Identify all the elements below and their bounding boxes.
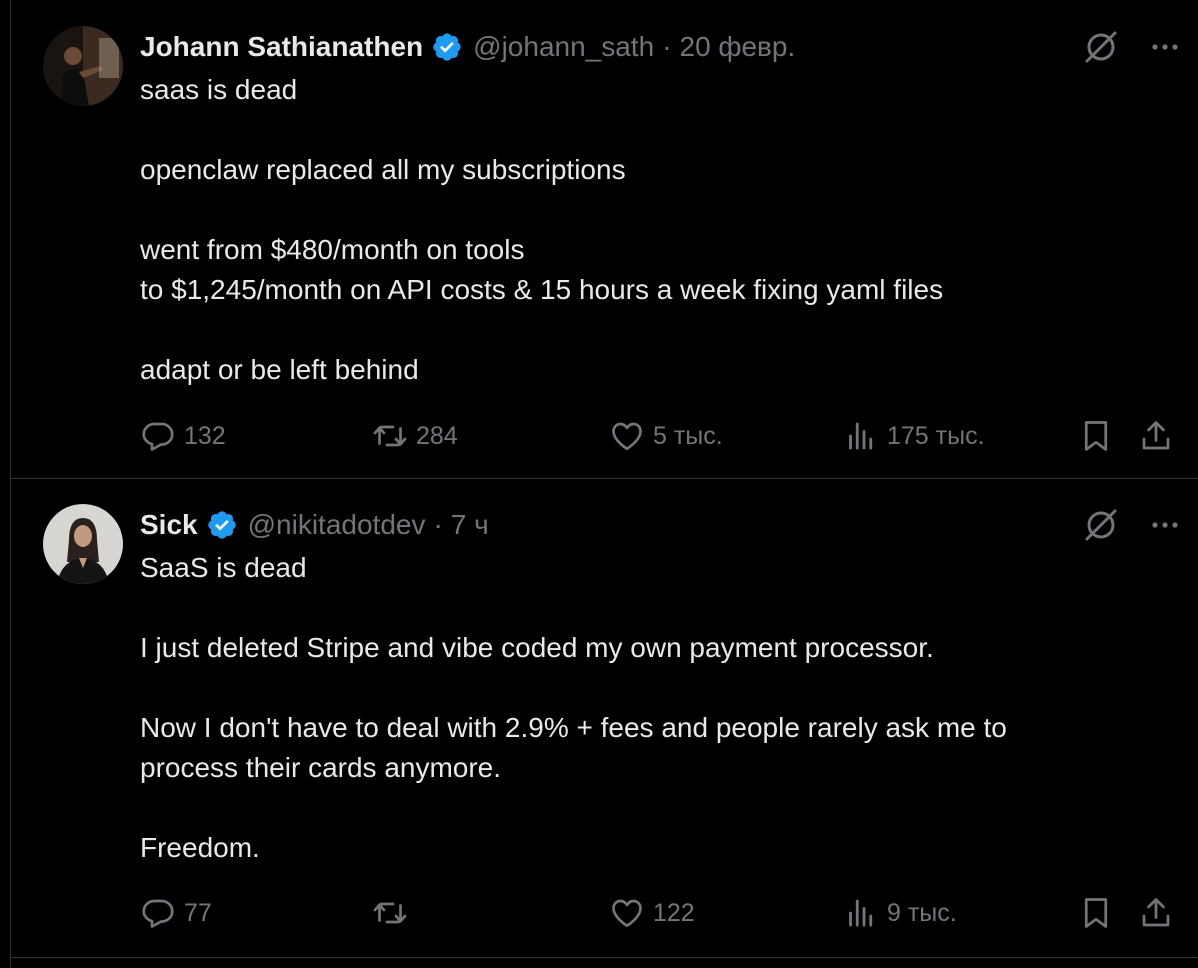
repost-count: 284	[416, 421, 458, 450]
separator-dot: ·	[662, 31, 672, 62]
tweet-paragraph: I just deleted Stripe and vibe coded my …	[140, 632, 934, 663]
grok-icon[interactable]	[1081, 27, 1121, 67]
share-button[interactable]	[1138, 889, 1174, 937]
tweet-paragraph: Now I don't have to deal with 2.9% + fee…	[140, 712, 1007, 783]
avatar[interactable]	[43, 26, 123, 106]
avatar[interactable]	[43, 504, 123, 584]
reply-count: 77	[184, 898, 212, 927]
like-count: 122	[653, 898, 695, 927]
like-icon	[612, 899, 642, 928]
views-count: 9 тыс.	[887, 898, 957, 927]
views-button[interactable]: 175 тыс.	[843, 412, 985, 460]
like-count: 5 тыс.	[653, 421, 723, 450]
author-handle[interactable]: @johann_sath	[473, 31, 654, 63]
timestamp[interactable]: 7 ч	[451, 509, 489, 541]
more-icon[interactable]	[1147, 507, 1183, 543]
timeline: Johann Sathianathen @johann_sath · 20 фе…	[10, 0, 1198, 968]
tweet-header: Sick @nikitadotdev · 7 ч	[140, 505, 1198, 545]
like-button[interactable]: 5 тыс.	[609, 412, 723, 460]
more-icon[interactable]	[1147, 29, 1183, 65]
tweet-actions: 77 122 9 тыс.	[140, 889, 1198, 937]
repost-icon	[373, 902, 407, 924]
bookmark-icon	[1084, 421, 1108, 451]
tweet-header-actions	[1081, 505, 1183, 545]
repost-icon	[373, 425, 407, 447]
tweet-paragraph: SaaS is dead	[140, 552, 307, 583]
reply-count: 132	[184, 421, 226, 450]
author-name[interactable]: Johann Sathianathen	[140, 31, 423, 63]
tweet[interactable]: Sick @nikitadotdev · 7 ч SaaS is dead I …	[11, 479, 1198, 958]
bookmark-button[interactable]	[1078, 889, 1114, 937]
tweet-paragraph: openclaw replaced all my subscriptions	[140, 154, 626, 185]
views-icon	[849, 899, 873, 927]
tweet-header-actions	[1081, 27, 1183, 67]
verified-badge-icon	[206, 509, 238, 541]
bookmark-button[interactable]	[1078, 412, 1114, 460]
tweet-paragraph: Freedom.	[140, 832, 260, 863]
views-count: 175 тыс.	[887, 421, 985, 450]
tweet-paragraph: went from $480/month on tools to $1,245/…	[140, 234, 944, 305]
tweet-actions: 132 284 5 тыс. 175 тыс.	[140, 412, 1198, 460]
share-icon	[1142, 421, 1170, 450]
tweet-text: saas is dead openclaw replaced all my su…	[140, 70, 1159, 390]
reply-icon	[142, 422, 174, 451]
like-button[interactable]: 122	[609, 889, 695, 937]
author-name[interactable]: Sick	[140, 509, 198, 541]
reply-icon	[142, 899, 174, 928]
repost-button[interactable]	[372, 889, 416, 937]
tweet[interactable]: Johann Sathianathen @johann_sath · 20 фе…	[11, 0, 1198, 479]
verified-badge-icon	[431, 31, 463, 63]
views-icon	[849, 422, 873, 450]
share-button[interactable]	[1138, 412, 1174, 460]
author-handle[interactable]: @nikitadotdev	[248, 509, 426, 541]
tweet-paragraph: saas is dead	[140, 74, 298, 105]
tweet-text: SaaS is dead I just deleted Stripe and v…	[140, 548, 1159, 868]
share-icon	[1142, 898, 1170, 927]
repost-button[interactable]: 284	[372, 412, 458, 460]
separator-dot: ·	[433, 509, 443, 540]
tweet-header: Johann Sathianathen @johann_sath · 20 фе…	[140, 27, 1198, 67]
grok-icon[interactable]	[1081, 505, 1121, 545]
timestamp[interactable]: 20 февр.	[680, 31, 796, 63]
reply-button[interactable]: 132	[140, 412, 226, 460]
reply-button[interactable]: 77	[140, 889, 212, 937]
bookmark-icon	[1084, 898, 1108, 928]
like-icon	[612, 422, 642, 451]
views-button[interactable]: 9 тыс.	[843, 889, 957, 937]
tweet-paragraph: adapt or be left behind	[140, 354, 419, 385]
